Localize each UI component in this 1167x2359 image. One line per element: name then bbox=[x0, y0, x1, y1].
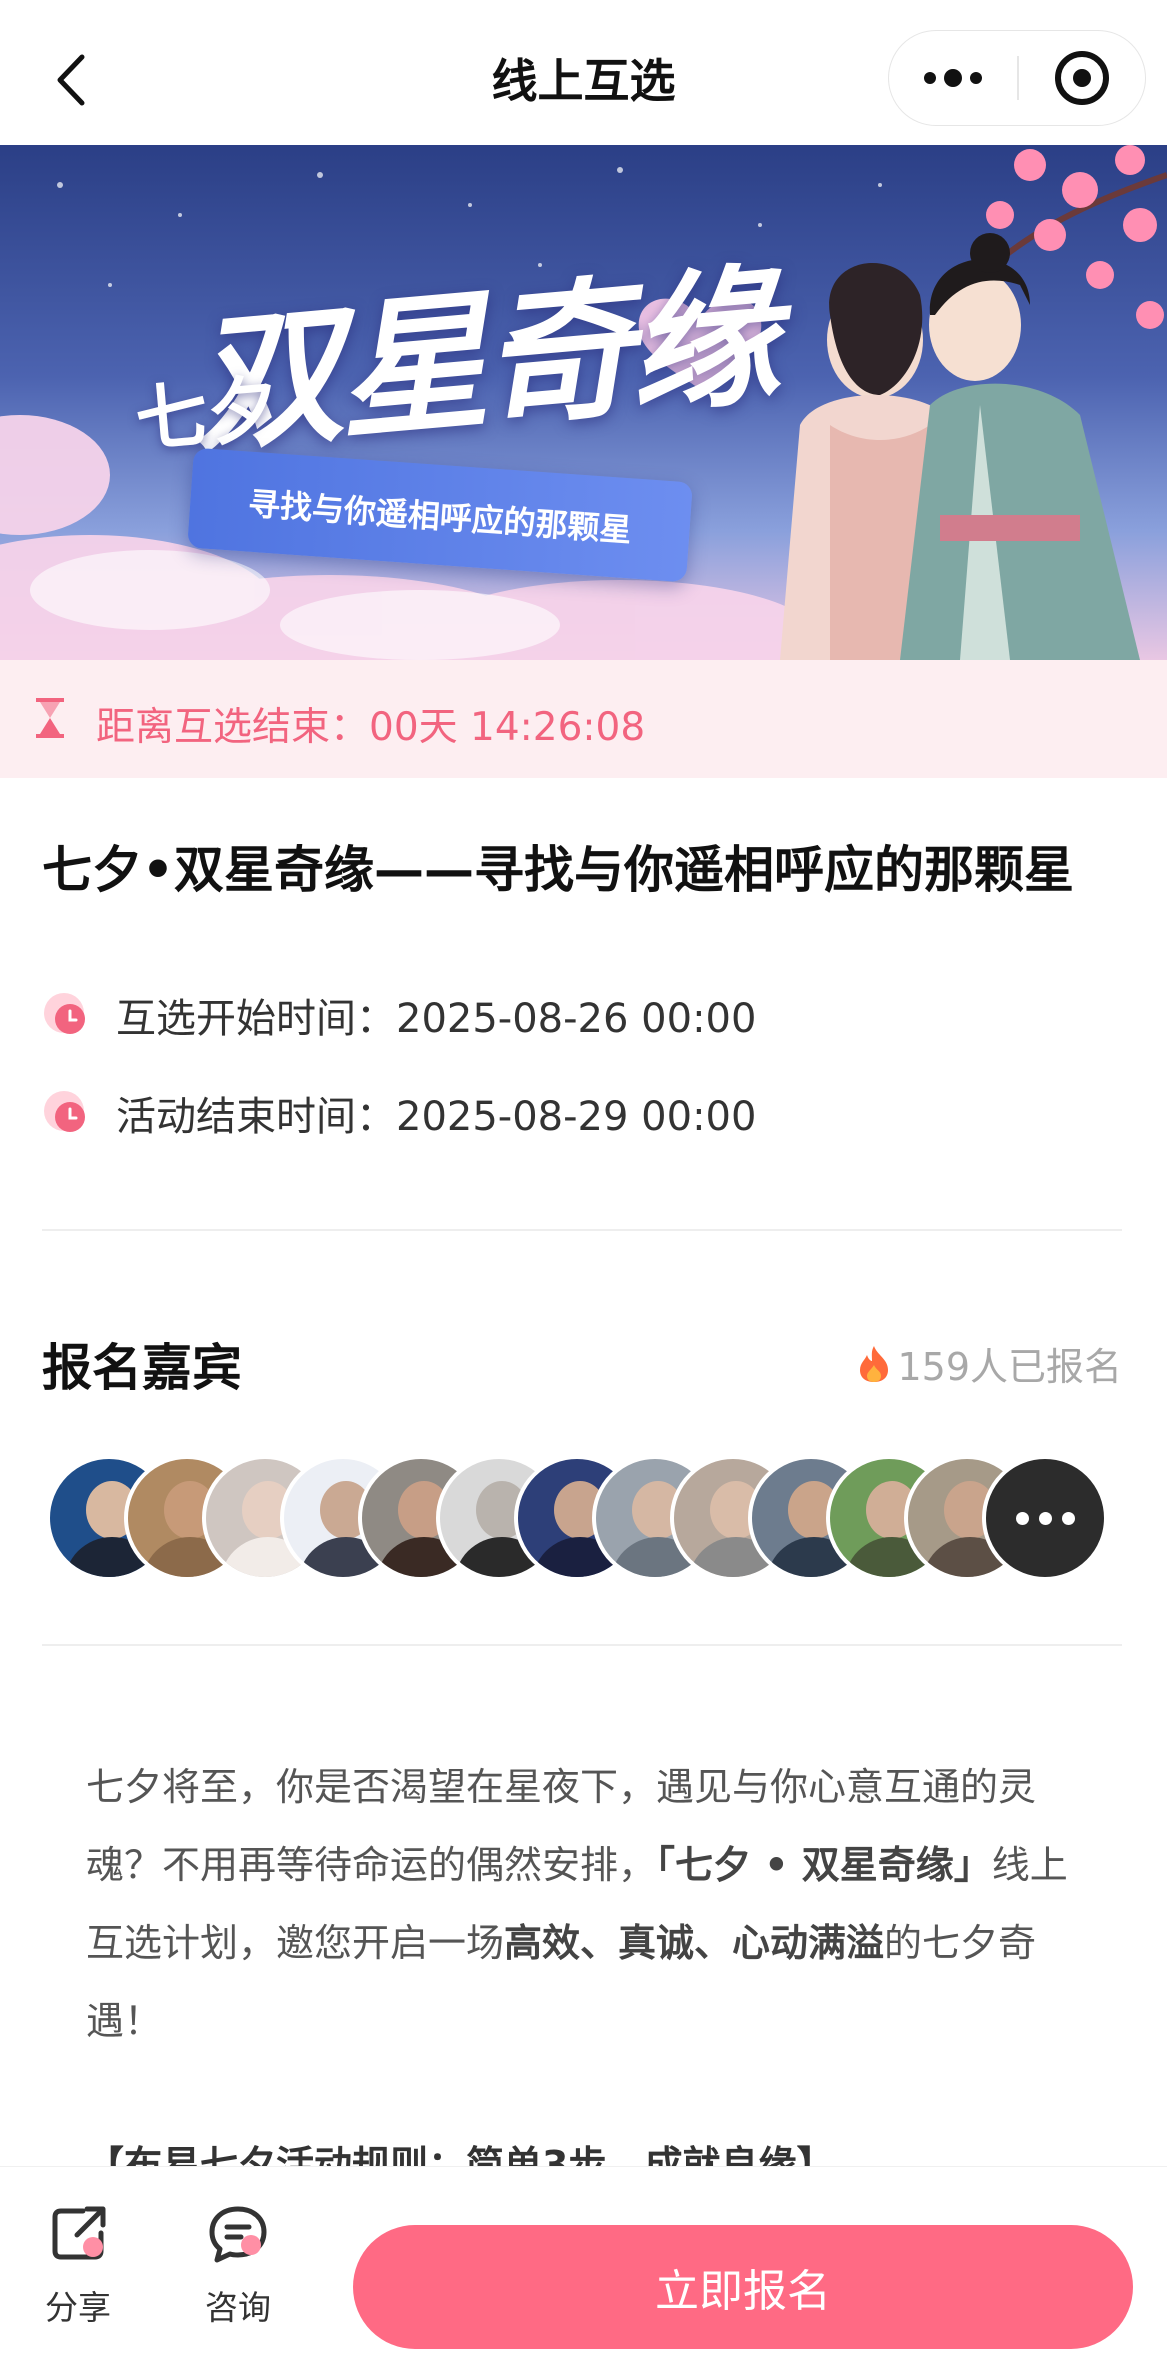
signup-count: 159人已报名 bbox=[857, 1336, 1122, 1391]
divider bbox=[42, 1229, 1122, 1231]
bottom-action-bar: 分享 咨询 立即报名 bbox=[0, 2166, 1167, 2359]
top-navbar: 线上互选 bbox=[0, 0, 1167, 145]
more-dot-icon bbox=[944, 69, 962, 87]
consult-button[interactable]: 咨询 bbox=[188, 2203, 288, 2329]
guests-section-title: 报名嘉宾 bbox=[42, 1339, 242, 1397]
more-dot-icon bbox=[970, 72, 982, 84]
end-time-text: 活动结束时间：2025-08-29 00:00 bbox=[116, 1094, 757, 1140]
consult-label: 咨询 bbox=[205, 2288, 271, 2327]
desc-bold: 高效、真诚、心动满溢 bbox=[504, 1921, 885, 1965]
guest-avatar-list[interactable] bbox=[46, 1455, 1126, 1581]
more-dot-icon bbox=[1015, 1511, 1029, 1525]
divider bbox=[42, 1644, 1122, 1646]
target-icon bbox=[1054, 51, 1109, 105]
chat-icon bbox=[209, 2206, 267, 2263]
fire-icon bbox=[860, 1345, 889, 1382]
more-dot-icon bbox=[1038, 1511, 1052, 1525]
signup-button[interactable]: 立即报名 bbox=[353, 2225, 1133, 2349]
hourglass-icon bbox=[36, 698, 64, 738]
start-time-text: 互选开始时间：2025-08-26 00:00 bbox=[116, 996, 757, 1042]
share-icon bbox=[52, 2206, 106, 2260]
start-time-row: 互选开始时间：2025-08-26 00:00 bbox=[42, 985, 756, 1045]
event-description: 七夕将至，你是否渴望在星夜下，遇见与你心意互通的灵魂？不用再等待命运的偶然安排，… bbox=[86, 1748, 1076, 2060]
share-button[interactable]: 分享 bbox=[28, 2203, 128, 2329]
countdown-bar: 距离互选结束：00天 14:26:08 bbox=[0, 660, 1167, 778]
signup-count-text: 159人已报名 bbox=[897, 1345, 1122, 1389]
close-miniprogram-button[interactable] bbox=[1019, 31, 1146, 125]
end-time-row: 活动结束时间：2025-08-29 00:00 bbox=[42, 1083, 756, 1143]
share-label: 分享 bbox=[45, 2288, 111, 2327]
countdown-text: 距离互选结束：00天 14:26:08 bbox=[96, 705, 646, 750]
miniprogram-capsule bbox=[888, 30, 1146, 126]
desc-bold: 「七夕 • 双星奇缘」 bbox=[656, 1843, 992, 1887]
banner-ribbon-text: 寻找与你遥相呼应的那颗星 bbox=[246, 484, 633, 550]
more-dot-icon bbox=[924, 72, 936, 84]
more-guests-button[interactable] bbox=[982, 1455, 1108, 1581]
more-dot-icon bbox=[1061, 1511, 1075, 1525]
event-banner: 双星奇缘 七夕 寻找与你遥相呼应的那颗星 bbox=[0, 145, 1167, 660]
clock-icon bbox=[44, 993, 85, 1034]
clock-icon bbox=[44, 1091, 85, 1132]
more-options-button[interactable] bbox=[889, 31, 1017, 125]
event-title: 七夕•双星奇缘——寻找与你遥相呼应的那颗星 bbox=[42, 841, 1074, 899]
